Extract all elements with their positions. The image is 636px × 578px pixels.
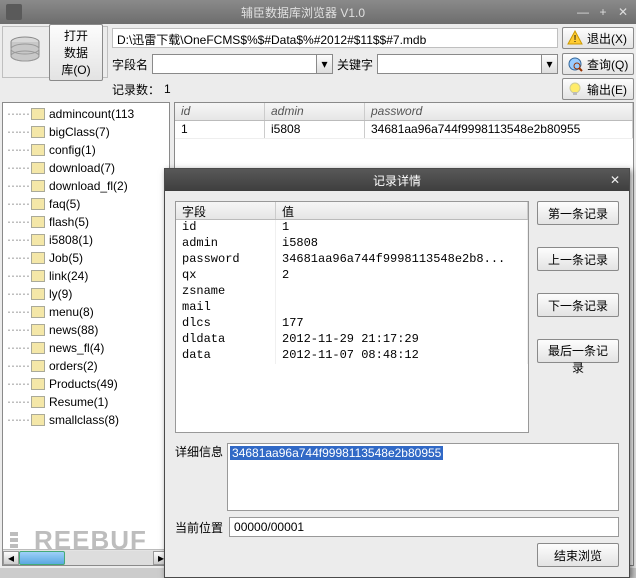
detail-row[interactable]: dlcs177: [176, 316, 528, 332]
warning-icon: !: [567, 30, 583, 46]
field-value-grid: 字段 值 id1admini5808password34681aa96a744f…: [175, 201, 529, 433]
next-record-button[interactable]: 下一条记录: [537, 293, 619, 317]
tree-item[interactable]: ⋯⋯smallclass(8): [3, 411, 169, 429]
database-icon: [7, 32, 43, 72]
window-title: 辅臣数据库浏览器 V1.0: [30, 4, 576, 21]
position-label: 当前位置: [175, 519, 223, 536]
record-detail-dialog: 记录详情 ✕ 字段 值 id1admini5808password34681aa…: [164, 168, 630, 578]
col-header-password[interactable]: password: [365, 103, 633, 120]
field-name-label: 字段名: [112, 56, 148, 73]
tree-item[interactable]: ⋯⋯menu(8): [3, 303, 169, 321]
detail-row[interactable]: zsname: [176, 284, 528, 300]
col-header-admin[interactable]: admin: [265, 103, 365, 120]
prev-record-button[interactable]: 上一条记录: [537, 247, 619, 271]
svg-text:!: !: [574, 34, 577, 45]
bulb-icon: [567, 81, 583, 97]
tree-item[interactable]: ⋯⋯ly(9): [3, 285, 169, 303]
output-button[interactable]: 输出(E): [562, 78, 634, 100]
detail-row[interactable]: admini5808: [176, 236, 528, 252]
tree-item[interactable]: ⋯⋯bigClass(7): [3, 123, 169, 141]
end-browse-button[interactable]: 结束浏览: [537, 543, 619, 567]
table-row[interactable]: 1 i5808 34681aa96a744f9998113548e2b80955: [175, 121, 633, 139]
horizontal-scrollbar[interactable]: ◂ ▸: [3, 549, 169, 565]
detail-row[interactable]: id1: [176, 220, 528, 236]
tree-item[interactable]: ⋯⋯link(24): [3, 267, 169, 285]
detail-info-box[interactable]: 34681aa96a744f9998113548e2b80955: [227, 443, 619, 511]
tree-item[interactable]: ⋯⋯download_fl(2): [3, 177, 169, 195]
maximize-button[interactable]: +: [596, 5, 610, 19]
globe-search-icon: [567, 56, 583, 72]
scroll-left-arrow[interactable]: ◂: [3, 551, 19, 565]
scroll-thumb[interactable]: [19, 551, 65, 565]
tree-item[interactable]: ⋯⋯i5808(1): [3, 231, 169, 249]
detail-row[interactable]: dldata2012-11-29 21:17:29: [176, 332, 528, 348]
minimize-button[interactable]: —: [576, 5, 590, 19]
query-button[interactable]: 查询(Q): [562, 53, 634, 75]
keyword-input[interactable]: [378, 55, 541, 73]
chevron-down-icon[interactable]: ▾: [316, 55, 332, 73]
last-record-button[interactable]: 最后一条记录: [537, 339, 619, 363]
detail-info-value: 34681aa96a744f9998113548e2b80955: [230, 446, 443, 460]
tree-item[interactable]: ⋯⋯config(1): [3, 141, 169, 159]
first-record-button[interactable]: 第一条记录: [537, 201, 619, 225]
detail-info-label: 详细信息: [175, 443, 223, 460]
detail-row[interactable]: mail: [176, 300, 528, 316]
exit-button[interactable]: ! 退出(X): [562, 27, 634, 49]
tree-item[interactable]: ⋯⋯news_fl(4): [3, 339, 169, 357]
record-count-label: 记录数：: [112, 81, 160, 98]
file-path-display: D:\迅雷下载\OneFCMS$%$#Data$%#2012#$11$$#7.m…: [112, 28, 558, 48]
open-db-button[interactable]: 打开数据库(O): [49, 24, 103, 81]
field-name-input[interactable]: [153, 55, 316, 73]
value-header[interactable]: 值: [276, 202, 528, 219]
detail-row[interactable]: data2012-11-07 08:48:12: [176, 348, 528, 364]
app-icon: [6, 4, 22, 20]
tree-item[interactable]: ⋯⋯Job(5): [3, 249, 169, 267]
col-header-id[interactable]: id: [175, 103, 265, 120]
field-name-combo[interactable]: ▾: [152, 54, 333, 74]
tree-item[interactable]: ⋯⋯Resume(1): [3, 393, 169, 411]
keyword-label: 关键字: [337, 56, 373, 73]
tree-item[interactable]: ⋯⋯admincount(113: [3, 105, 169, 123]
tree-item[interactable]: ⋯⋯Products(49): [3, 375, 169, 393]
tree-item[interactable]: ⋯⋯news(88): [3, 321, 169, 339]
close-button[interactable]: ✕: [616, 5, 630, 19]
tree-item[interactable]: ⋯⋯orders(2): [3, 357, 169, 375]
dialog-titlebar: 记录详情 ✕: [165, 169, 629, 191]
keyword-combo[interactable]: ▾: [377, 54, 558, 74]
position-value: 00000/00001: [229, 517, 619, 537]
tree-item[interactable]: ⋯⋯faq(5): [3, 195, 169, 213]
tree-item[interactable]: ⋯⋯download(7): [3, 159, 169, 177]
chevron-down-icon[interactable]: ▾: [541, 55, 557, 73]
field-header[interactable]: 字段: [176, 202, 276, 219]
detail-row[interactable]: qx2: [176, 268, 528, 284]
dialog-close-button[interactable]: ✕: [607, 172, 623, 188]
table-tree: ⋯⋯admincount(113⋯⋯bigClass(7)⋯⋯config(1)…: [2, 102, 170, 566]
detail-row[interactable]: password34681aa96a744f9998113548e2b8...: [176, 252, 528, 268]
tree-item[interactable]: ⋯⋯flash(5): [3, 213, 169, 231]
record-count-value: 1: [164, 82, 558, 96]
open-db-panel: 打开数据库(O): [2, 26, 108, 78]
titlebar: 辅臣数据库浏览器 V1.0 — + ✕: [0, 0, 636, 24]
